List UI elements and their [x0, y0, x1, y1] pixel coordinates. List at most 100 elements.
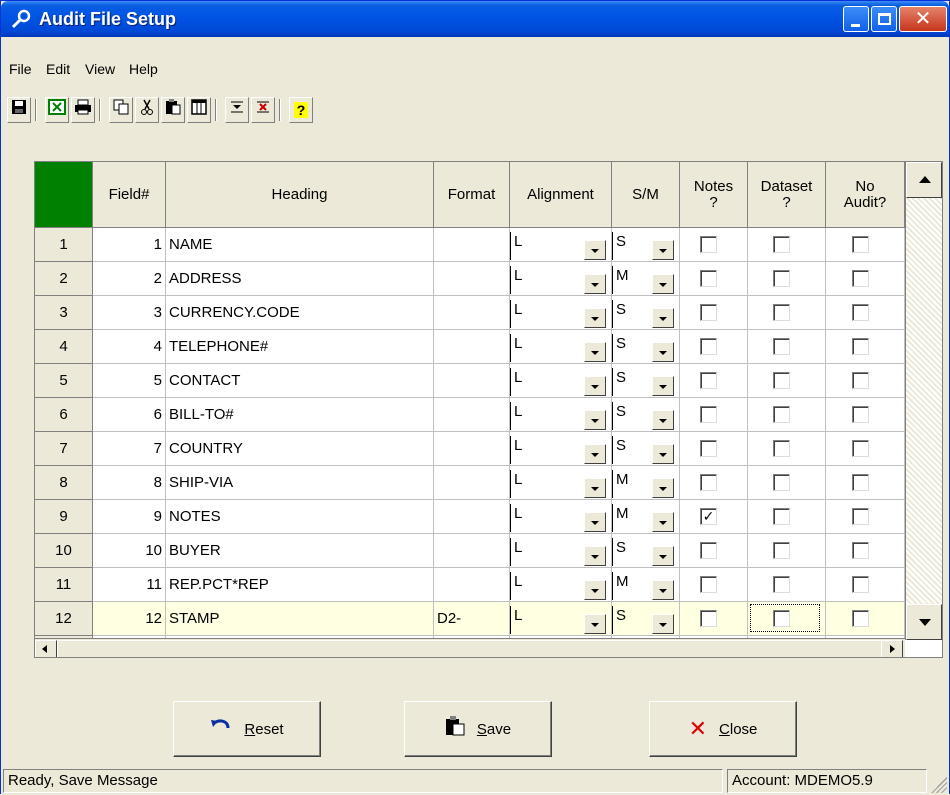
notes-checkbox[interactable]: [700, 610, 717, 627]
field-number-cell[interactable]: 2: [93, 262, 166, 296]
alignment-dropdown[interactable]: L: [510, 466, 612, 500]
sm-dropdown[interactable]: M: [612, 568, 680, 602]
sm-dropdown[interactable]: S: [612, 364, 680, 398]
vertical-scrollbar[interactable]: [905, 162, 942, 640]
field-number-cell[interactable]: 1: [93, 228, 166, 262]
sm-dropdown[interactable]: M: [612, 262, 680, 296]
heading-cell[interactable]: REP.PCT*REP: [166, 568, 434, 602]
scroll-up-button[interactable]: [906, 162, 942, 198]
dropdown-arrow-button[interactable]: [652, 274, 674, 294]
scroll-down-button[interactable]: [906, 604, 942, 640]
row-header[interactable]: 6: [35, 398, 93, 432]
dataset-checkbox[interactable]: [773, 474, 790, 491]
field-number-cell[interactable]: 10: [93, 534, 166, 568]
audit-fields-grid[interactable]: Field# Heading Format Alignment S/M Note…: [34, 161, 943, 658]
noaudit-checkbox[interactable]: [852, 406, 869, 423]
notes-checkbox[interactable]: [700, 474, 717, 491]
field-number-cell[interactable]: 5: [93, 364, 166, 398]
dataset-checkbox[interactable]: [773, 270, 790, 287]
notes-checkbox[interactable]: [700, 576, 717, 593]
alignment-dropdown[interactable]: L: [510, 398, 612, 432]
help-tool-button[interactable]: ?: [289, 97, 313, 123]
row-header[interactable]: 1: [35, 228, 93, 262]
sm-dropdown[interactable]: S: [612, 330, 680, 364]
sm-dropdown[interactable]: M: [612, 466, 680, 500]
format-cell[interactable]: [434, 262, 510, 296]
field-number-cell[interactable]: 6: [93, 398, 166, 432]
noaudit-checkbox[interactable]: [852, 236, 869, 253]
heading-cell[interactable]: CURRENCY.CODE: [166, 296, 434, 330]
format-cell[interactable]: [434, 398, 510, 432]
dataset-checkbox[interactable]: [773, 576, 790, 593]
notes-checkbox[interactable]: [700, 440, 717, 457]
scroll-right-button[interactable]: [881, 640, 903, 657]
dropdown-arrow-button[interactable]: [652, 478, 674, 498]
dropdown-arrow-button[interactable]: [584, 444, 606, 464]
alignment-dropdown[interactable]: L: [510, 602, 612, 636]
heading-cell[interactable]: NOTES: [166, 500, 434, 534]
notes-checkbox[interactable]: [700, 270, 717, 287]
dropdown-arrow-button[interactable]: [652, 376, 674, 396]
header-dataset[interactable]: Dataset ?: [748, 162, 826, 228]
notes-checkbox[interactable]: [700, 406, 717, 423]
format-cell[interactable]: [434, 296, 510, 330]
heading-cell[interactable]: SHIP-VIA: [166, 466, 434, 500]
dropdown-arrow-button[interactable]: [652, 512, 674, 532]
alignment-dropdown[interactable]: L: [510, 364, 612, 398]
dropdown-arrow-button[interactable]: [584, 240, 606, 260]
noaudit-checkbox[interactable]: [852, 610, 869, 627]
scroll-left-button[interactable]: [35, 640, 57, 657]
dropdown-arrow-button[interactable]: [584, 512, 606, 532]
title-bar[interactable]: Audit File Setup ✕: [1, 1, 949, 37]
dataset-checkbox[interactable]: [773, 338, 790, 355]
print-tool-button[interactable]: [71, 97, 95, 123]
maximize-button[interactable]: [871, 6, 897, 32]
save-tool-button[interactable]: [7, 97, 31, 123]
format-cell[interactable]: [434, 330, 510, 364]
format-cell[interactable]: [434, 432, 510, 466]
alignment-dropdown[interactable]: L: [510, 500, 612, 534]
dropdown-arrow-button[interactable]: [584, 274, 606, 294]
heading-cell[interactable]: COUNTRY: [166, 432, 434, 466]
dropdown-arrow-button[interactable]: [584, 614, 606, 634]
header-heading[interactable]: Heading: [166, 162, 434, 228]
row-header[interactable]: 4: [35, 330, 93, 364]
heading-cell[interactable]: TELEPHONE#: [166, 330, 434, 364]
header-alignment[interactable]: Alignment: [510, 162, 612, 228]
dropdown-arrow-button[interactable]: [652, 580, 674, 600]
sm-dropdown[interactable]: S: [612, 432, 680, 466]
paste-tool-button[interactable]: [161, 97, 185, 123]
row-header[interactable]: 7: [35, 432, 93, 466]
sm-dropdown[interactable]: S: [612, 534, 680, 568]
row-header[interactable]: 9: [35, 500, 93, 534]
dropdown-arrow-button[interactable]: [584, 342, 606, 362]
excel-tool-button[interactable]: [45, 97, 69, 123]
sm-dropdown[interactable]: S: [612, 228, 680, 262]
notes-checkbox[interactable]: [700, 236, 717, 253]
dropdown-arrow-button[interactable]: [652, 410, 674, 430]
sm-dropdown[interactable]: M: [612, 500, 680, 534]
noaudit-checkbox[interactable]: [852, 576, 869, 593]
dataset-checkbox[interactable]: [773, 406, 790, 423]
noaudit-checkbox[interactable]: [852, 440, 869, 457]
columns-tool-button[interactable]: [187, 97, 211, 123]
field-number-cell[interactable]: 7: [93, 432, 166, 466]
cut-tool-button[interactable]: [135, 97, 159, 123]
sm-dropdown[interactable]: S: [612, 602, 680, 636]
dataset-checkbox[interactable]: [773, 542, 790, 559]
row-header[interactable]: 10: [35, 534, 93, 568]
menu-edit[interactable]: Edit: [46, 61, 70, 77]
dropdown-arrow-button[interactable]: [652, 546, 674, 566]
dataset-checkbox[interactable]: [773, 440, 790, 457]
field-number-cell[interactable]: 12: [93, 602, 166, 636]
dropdown-arrow-button[interactable]: [584, 580, 606, 600]
format-cell[interactable]: [434, 534, 510, 568]
notes-checkbox[interactable]: [700, 304, 717, 321]
alignment-dropdown[interactable]: L: [510, 262, 612, 296]
row-header[interactable]: 5: [35, 364, 93, 398]
resize-grip-icon[interactable]: [931, 777, 947, 793]
copy-tool-button[interactable]: [109, 97, 133, 123]
insert-row-tool-button[interactable]: [225, 97, 249, 123]
sm-dropdown[interactable]: S: [612, 296, 680, 330]
format-cell[interactable]: [434, 228, 510, 262]
